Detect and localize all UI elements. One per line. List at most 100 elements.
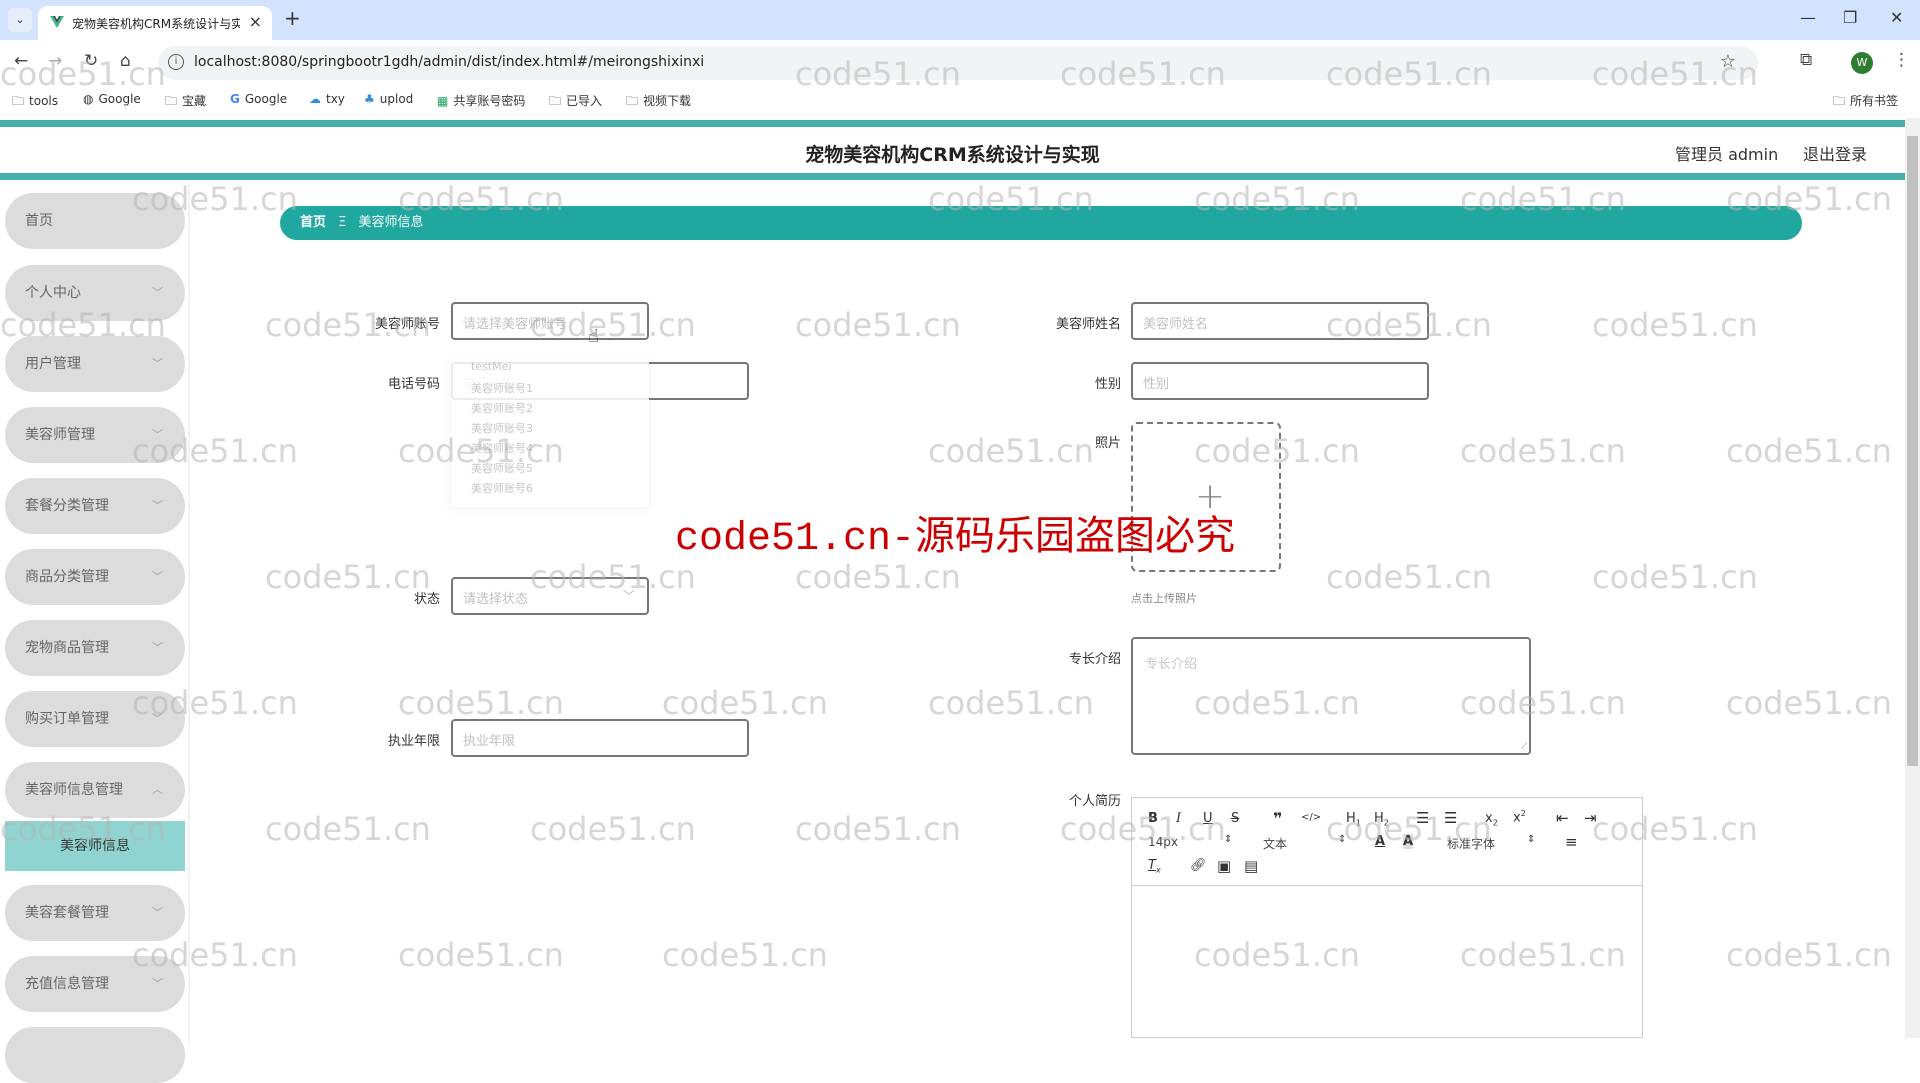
strikethrough-icon[interactable]: S [1231,811,1239,826]
resize-grip-icon[interactable]: ⟋ [1521,742,1527,752]
page-scrollbar[interactable] [1905,118,1920,1038]
folder-icon: 🗀 [549,94,562,108]
indent-icon[interactable]: ⇥ [1584,809,1597,827]
bullet-list-icon[interactable]: ☰ [1444,809,1457,827]
bookmark-tools[interactable]: 🗀 tools [12,92,58,113]
status-select[interactable]: 请选择状态 ﹀ [451,577,649,615]
resume-label: 个人简历 [1068,794,1121,809]
italic-icon[interactable]: I [1176,811,1181,826]
dropdown-option[interactable]: 美容师账号3 [471,420,533,436]
bookmark-shared-accounts[interactable]: ▦ 共享账号密码 [437,92,525,109]
outdent-icon[interactable]: ⇤ [1556,809,1569,827]
reload-icon[interactable]: ↻ [84,51,98,71]
bold-icon[interactable]: B [1148,811,1158,826]
home-icon[interactable]: ⌂ [120,51,131,71]
sidebar-item-beauty-packages[interactable]: 美容套餐管理 ﹀ [5,885,185,941]
scrollbar-thumb[interactable] [1907,136,1918,766]
heading1-icon[interactable]: H1 [1346,811,1361,828]
dropdown-option[interactable]: 美容师账号6 [471,480,533,496]
dropdown-option[interactable]: 美容师账号1 [471,380,533,396]
sidebar-item-beauticians[interactable]: 美容师管理 ﹀ [5,407,185,463]
back-icon[interactable]: ← [14,51,28,71]
font-family-select[interactable]: 标准字体 [1447,835,1495,852]
gender-input[interactable]: 性别 [1131,362,1429,400]
sidebar-item-beautician-info[interactable]: 美容师信息管理 ︿ [5,762,185,818]
sidebar-item-users[interactable]: 用户管理 ﹀ [5,336,185,392]
logout-link[interactable]: 退出登录 [1803,141,1867,165]
url-text: localhost:8080/springbootr1gdh/admin/dis… [194,54,705,70]
link-icon[interactable]: 🔗︎ [1190,858,1207,873]
profile-avatar[interactable]: W [1851,52,1873,74]
site-info-icon[interactable]: i [168,54,184,70]
clear-format-icon[interactable]: Tx [1148,858,1161,875]
blockquote-icon[interactable]: ❞ [1273,809,1282,828]
sidebar-item-recharge[interactable]: 充值信息管理 ﹀ [5,956,185,1012]
bookmark-imported[interactable]: 🗀 已导入 [549,92,602,113]
extensions-icon[interactable]: ⧉ [1800,50,1812,70]
align-icon[interactable]: ≡ [1565,833,1578,851]
bookmark-label: uplod [379,92,414,106]
forward-icon[interactable]: → [48,51,62,71]
sidebar-item-product-categories[interactable]: 商品分类管理 ﹀ [5,549,185,605]
dropdown-option[interactable]: testMei [471,360,511,373]
dropdown-option[interactable]: 美容师账号5 [471,460,533,476]
background-color-icon[interactable]: A [1403,834,1414,849]
resume-rich-editor[interactable]: B I U S ❞ </> H1 H2 ☰ ☰ x2 x2 ⇤ ⇥ 14px ⇕… [1131,797,1643,1038]
account-select[interactable]: 请选择美容师账号 [451,302,649,340]
years-input[interactable]: 执业年限 [451,719,749,757]
bookmark-star-icon[interactable]: ☆ [1720,51,1736,72]
ordered-list-icon[interactable]: ☰ [1416,809,1429,827]
underline-icon[interactable]: U [1203,811,1213,826]
browser-tab[interactable]: 宠物美容机构CRM系统设计与实现 × [38,6,272,40]
chevron-down-icon: ﹀ [152,977,163,990]
name-input[interactable]: 美容师姓名 [1131,302,1429,340]
chevron-down-icon: ﹀ [152,712,163,725]
url-field[interactable]: i localhost:8080/springbootr1gdh/admin/d… [158,46,1758,80]
font-size-select[interactable]: 14px [1148,835,1178,849]
header-select[interactable]: 文本 [1263,835,1287,852]
editor-toolbar: B I U S ❞ </> H1 H2 ☰ ☰ x2 x2 ⇤ ⇥ 14px ⇕… [1132,798,1642,886]
superscript-icon[interactable]: x2 [1513,809,1526,825]
sidebar-item-home[interactable]: 首页 [5,193,185,249]
bookmark-google[interactable]: ◍ Google [83,92,141,106]
sidebar-item-more[interactable] [5,1027,185,1083]
tab-search-dropdown[interactable]: ⌄ [8,8,32,32]
dropdown-option[interactable]: 美容师账号2 [471,400,533,416]
window-close-icon[interactable]: ✕ [1890,8,1903,27]
sidebar-item-pet-products[interactable]: 宠物商品管理 ﹀ [5,620,185,676]
years-label: 执业年限 [387,734,440,749]
upload-icon: ♣ [364,92,375,106]
bookmark-video-download[interactable]: 🗀 视频下载 [626,92,691,113]
sidebar-subitem-beautician-info[interactable]: 美容师信息 [5,821,185,871]
subscript-icon[interactable]: x2 [1485,811,1498,828]
bookmark-baozang[interactable]: 🗀 宝藏 [165,92,206,113]
select-arrows-icon: ⇕ [1338,834,1347,845]
sidebar-item-package-categories[interactable]: 套餐分类管理 ﹀ [5,478,185,534]
specialty-textarea[interactable]: 专长介绍 ⟋ [1131,637,1531,755]
chevron-down-icon: ﹀ [152,499,163,512]
browser-menu-icon[interactable]: ⋮ [1893,50,1910,70]
bookmark-google-2[interactable]: G Google [230,92,287,106]
tab-close-icon[interactable]: × [249,12,262,31]
minimize-icon[interactable]: — [1800,8,1816,27]
bookmark-txy[interactable]: ☁ txy [309,92,345,106]
years-placeholder: 执业年限 [463,734,516,749]
header-select-value: 文本 [1263,837,1288,851]
sidebar-item-orders[interactable]: 购买订单管理 ﹀ [5,691,185,747]
video-icon[interactable]: ▤ [1244,857,1258,875]
font-family-value: 标准字体 [1447,837,1496,851]
code-block-icon[interactable]: </> [1301,812,1321,823]
bookmark-label: 宝藏 [182,94,207,108]
sidebar-item-personal-center[interactable]: 个人中心 ﹀ [5,265,185,321]
page-title: 宠物美容机构CRM系统设计与实现 [805,144,1100,166]
all-bookmarks[interactable]: 🗀 所有书签 [1833,92,1898,113]
bookmark-uplod[interactable]: ♣ uplod [364,92,413,106]
breadcrumb-home[interactable]: 首页 [300,215,326,230]
new-tab-button[interactable]: + [284,6,301,30]
image-icon[interactable]: ▣ [1217,857,1231,875]
heading2-icon[interactable]: H2 [1374,811,1389,828]
specialty-label: 专长介绍 [1068,652,1121,667]
restore-icon[interactable]: ❐ [1843,8,1857,27]
dropdown-option[interactable]: 美容师账号4 [471,440,533,456]
font-color-icon[interactable]: A [1375,834,1385,849]
